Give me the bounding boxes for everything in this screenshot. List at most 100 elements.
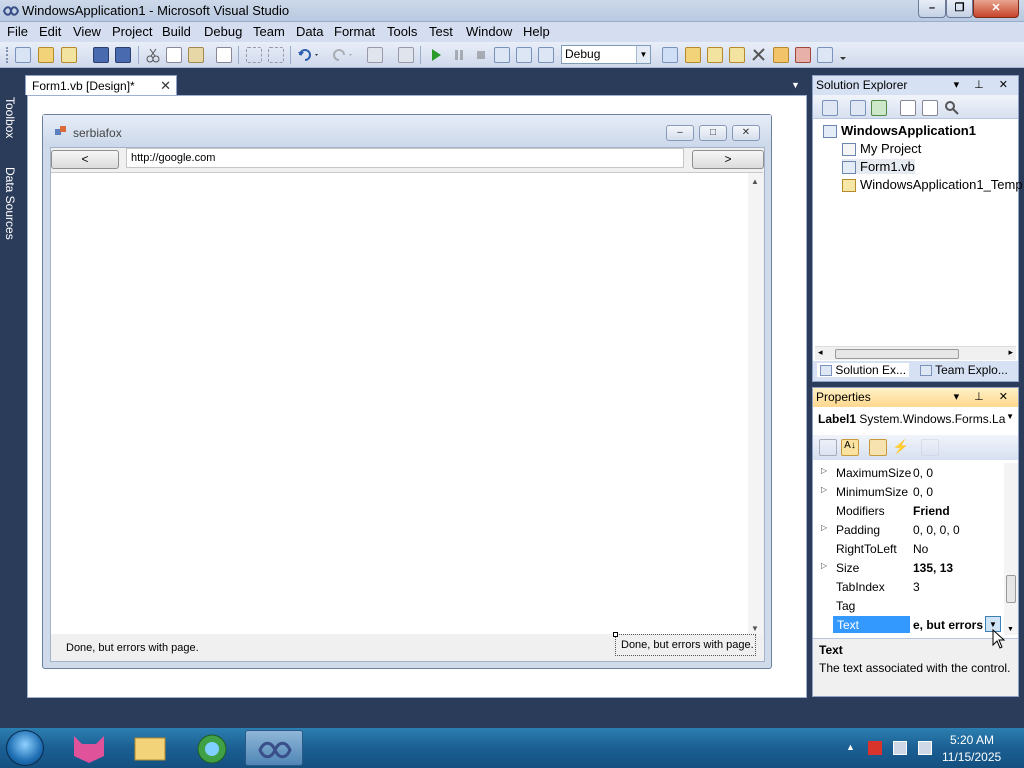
property-value[interactable]: 0, 0 [913, 485, 999, 499]
menu-build[interactable]: Build [162, 24, 191, 39]
scroll-left-icon[interactable]: ◂ [818, 347, 823, 358]
step-over-icon[interactable] [516, 47, 532, 63]
property-value[interactable]: 3 [913, 580, 999, 594]
categorized-icon[interactable] [819, 439, 837, 456]
menu-view[interactable]: View [73, 24, 101, 39]
start-page-icon[interactable] [773, 47, 789, 63]
form-minimize-button[interactable]: – [666, 125, 694, 141]
expand-icon[interactable]: ▷ [821, 561, 827, 570]
toolbox-icon[interactable] [751, 47, 767, 63]
scroll-thumb[interactable] [835, 349, 959, 359]
paste-icon[interactable] [188, 47, 204, 63]
tab-form1-design[interactable]: Form1.vb [Design]* ✕ [25, 75, 177, 95]
tree-item-my-project[interactable]: My Project [842, 141, 921, 157]
back-button[interactable]: < [51, 150, 119, 169]
menu-tools[interactable]: Tools [387, 24, 417, 39]
solution-explorer-icon[interactable] [685, 47, 701, 63]
menu-project[interactable]: Project [112, 24, 152, 39]
object-selector[interactable]: Label1 System.Windows.Forms.La ▼ [815, 408, 1016, 430]
events-icon[interactable]: ⚡ [892, 439, 910, 456]
property-row[interactable]: ▷ Padding 0, 0, 0, 0 [813, 520, 1003, 539]
property-value-editor[interactable]: e, but errors [913, 618, 983, 632]
taskbar-app-1[interactable] [60, 730, 118, 766]
scroll-down-icon[interactable]: ▼ [751, 624, 759, 633]
add-project-icon[interactable] [15, 47, 31, 63]
toolbar-grip[interactable] [6, 47, 9, 63]
comment-icon[interactable] [246, 47, 262, 63]
menu-format[interactable]: Format [334, 24, 375, 39]
close-tab-icon[interactable]: ✕ [160, 78, 171, 94]
expand-icon[interactable]: ▷ [821, 466, 827, 475]
status-label-selected[interactable]: Done, but errors with page. [613, 632, 756, 656]
solution-configuration-combo[interactable]: Debug ▼ [561, 45, 651, 64]
find-icon[interactable] [216, 47, 232, 63]
browser-scrollbar[interactable]: ▲ ▼ [748, 173, 763, 635]
volume-muted-icon[interactable] [918, 741, 932, 755]
expand-icon[interactable]: ▷ [821, 523, 827, 532]
scroll-up-icon[interactable]: ▲ [751, 177, 759, 186]
url-textbox[interactable]: http://google.com [126, 148, 684, 168]
toolbox-tab[interactable]: Toolbox [2, 97, 17, 138]
alphabetical-icon[interactable]: A↓ [841, 439, 859, 456]
property-row[interactable]: TabIndex 3 [813, 577, 1003, 596]
property-value[interactable]: Friend [913, 504, 999, 518]
class-diagram-icon[interactable] [944, 100, 960, 116]
tree-item-form1[interactable]: Form1.vb [842, 159, 915, 175]
scroll-down-icon[interactable]: ▼ [1007, 626, 1014, 633]
clock-time[interactable]: 5:20 AM [950, 733, 994, 747]
tree-item-solution[interactable]: WindowsApplication1 [823, 123, 976, 139]
property-row[interactable]: ▷ Size 135, 13 [813, 558, 1003, 577]
properties-icon[interactable] [822, 100, 838, 116]
save-all-icon[interactable] [115, 47, 131, 63]
step-out-icon[interactable] [538, 47, 554, 63]
undo-icon[interactable] [297, 47, 318, 63]
taskbar-visual-studio[interactable] [245, 730, 303, 766]
show-hidden-icons-icon[interactable]: ▲ [846, 742, 855, 752]
refresh-icon[interactable] [871, 100, 887, 116]
property-row[interactable]: Modifiers Friend [813, 501, 1003, 520]
chevron-down-icon[interactable]: ▼ [636, 46, 650, 63]
property-grid-scrollbar[interactable]: ▼ [1004, 463, 1018, 635]
pause-icon[interactable] [451, 47, 467, 63]
property-pages-icon[interactable] [921, 439, 939, 456]
chevron-down-icon[interactable]: ▼ [1006, 412, 1014, 421]
form-close-button[interactable]: ✕ [732, 125, 760, 141]
scroll-right-icon[interactable]: ▸ [1008, 347, 1013, 358]
taskbar-explorer[interactable] [121, 730, 179, 766]
menu-debug[interactable]: Debug [204, 24, 242, 39]
property-value[interactable]: 135, 13 [913, 561, 999, 575]
view-code-icon[interactable] [900, 100, 916, 116]
cut-icon[interactable] [145, 47, 161, 63]
property-row-selected[interactable]: Text e, but errors ▼ [813, 615, 1003, 634]
status-label-left[interactable]: Done, but errors with page. [66, 642, 199, 654]
designed-form[interactable]: serbiafox – □ ✕ < http://google.com > ▲ … [42, 114, 772, 669]
start-button[interactable] [6, 730, 44, 766]
show-all-files-icon[interactable] [850, 100, 866, 116]
redo-icon[interactable] [331, 47, 352, 63]
property-value[interactable]: 0, 0 [913, 466, 999, 480]
uncomment-icon[interactable] [268, 47, 284, 63]
menu-help[interactable]: Help [523, 24, 550, 39]
property-row[interactable]: ▷ MinimumSize 0, 0 [813, 482, 1003, 501]
copy-icon[interactable] [166, 47, 182, 63]
data-sources-tab[interactable]: Data Sources [2, 167, 17, 240]
property-row[interactable]: ▷ MaximumSize 0, 0 [813, 463, 1003, 482]
form-maximize-button[interactable]: □ [699, 125, 727, 141]
add-item-icon[interactable] [61, 47, 77, 63]
view-designer-icon[interactable] [922, 100, 938, 116]
network-icon[interactable] [893, 741, 907, 755]
close-button[interactable]: ✕ [973, 0, 1019, 18]
properties-window-icon[interactable] [707, 47, 723, 63]
navigate-forward-icon[interactable] [398, 47, 414, 63]
go-forward-button[interactable]: > [692, 150, 764, 169]
toolbar-overflow-icon[interactable] [839, 47, 847, 63]
navigate-backward-icon[interactable] [367, 47, 383, 63]
step-into-icon[interactable] [494, 47, 510, 63]
menu-window[interactable]: Window [466, 24, 512, 39]
properties-view-icon[interactable] [869, 439, 887, 456]
panel-controls[interactable]: ▾ ⊥ ✕ [954, 390, 1014, 403]
web-browser-control[interactable]: ▲ ▼ [51, 172, 763, 635]
solution-explorer-hscroll[interactable]: ◂ ▸ [815, 346, 1016, 360]
expand-icon[interactable]: ▷ [821, 485, 827, 494]
menu-test[interactable]: Test [429, 24, 453, 39]
